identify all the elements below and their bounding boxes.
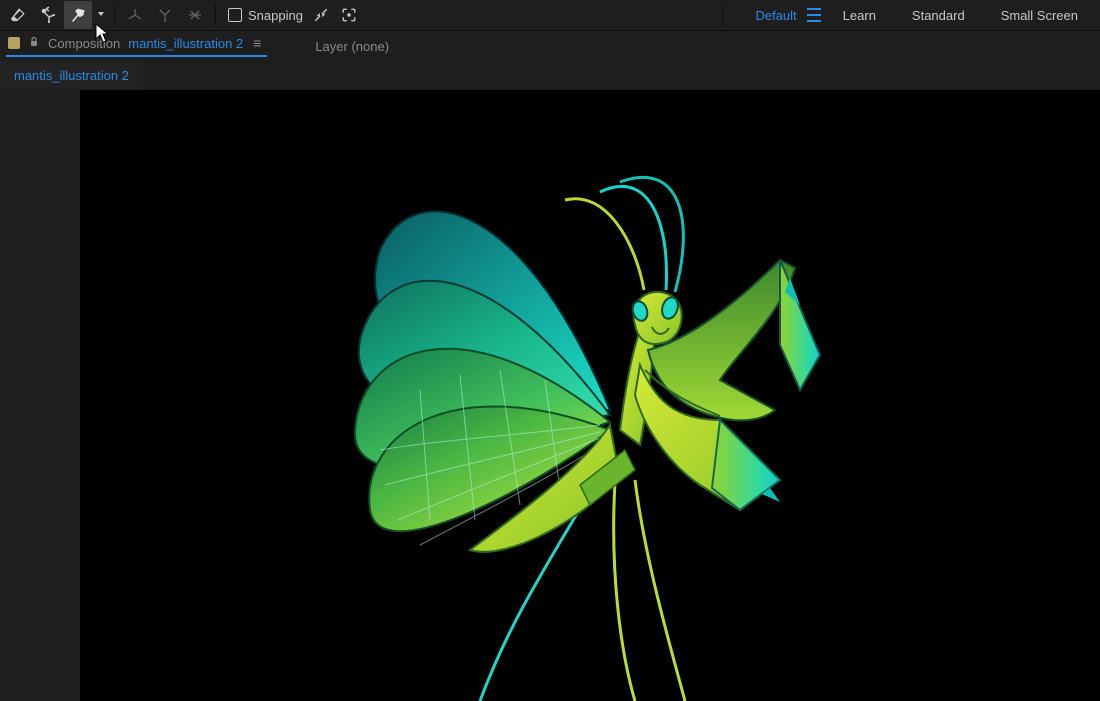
workspace-divider <box>722 4 723 26</box>
axis-view-icon <box>186 6 204 24</box>
toolbar-divider-1 <box>114 5 115 25</box>
subtab-label: mantis_illustration 2 <box>14 68 129 83</box>
view-axis-button[interactable] <box>181 1 209 29</box>
tool-dropdown-button[interactable] <box>94 1 108 29</box>
workspace-learn-label: Learn <box>843 8 876 23</box>
subtab-composition[interactable]: mantis_illustration 2 <box>0 61 143 89</box>
lock-icon[interactable] <box>28 36 40 51</box>
workspace-standard-label: Standard <box>912 8 965 23</box>
chevron-down-small-icon <box>96 6 106 24</box>
puppet-pin-icon <box>39 6 57 24</box>
world-axis-button[interactable] <box>151 1 179 29</box>
layer-tab[interactable]: Layer (none) <box>315 39 389 54</box>
snapping-toggle[interactable]: Snapping <box>228 8 303 23</box>
panel-header: Composition mantis_illustration 2 ≡ Laye… <box>0 31 1100 61</box>
hamburger-line <box>807 14 821 16</box>
hamburger-line <box>807 8 821 10</box>
tool-group-3d <box>121 1 209 29</box>
snap-collapse-button[interactable] <box>307 1 335 29</box>
eraser-tool-button[interactable] <box>4 1 32 29</box>
mantis-illustration <box>80 90 1100 701</box>
puppet-pin-tool-button[interactable] <box>34 1 62 29</box>
composition-viewer[interactable] <box>80 90 1100 701</box>
snapping-label: Snapping <box>248 8 303 23</box>
workspace-small-screen[interactable]: Small Screen <box>983 0 1096 31</box>
workspace-default-label: Default <box>755 8 796 23</box>
composition-swatch <box>8 37 20 49</box>
tool-group-left <box>4 1 108 29</box>
snap-expand-icon <box>341 7 357 23</box>
toolbar-divider-2 <box>215 5 216 25</box>
pin-icon <box>69 6 87 24</box>
snap-collapse-icon <box>313 7 329 23</box>
workspace-learn[interactable]: Learn <box>825 0 894 31</box>
checkbox-icon <box>228 8 242 22</box>
panel-menu-button[interactable]: ≡ <box>253 36 261 50</box>
composition-label: Composition <box>48 36 120 51</box>
pin-tool-button[interactable] <box>64 1 92 29</box>
canvas-area <box>80 90 1100 701</box>
subtab-bar: mantis_illustration 2 <box>0 61 1100 89</box>
local-axis-button[interactable] <box>121 1 149 29</box>
hamburger-line <box>807 20 821 22</box>
axis-world-icon <box>156 6 174 24</box>
main-toolbar: Snapping Default Learn Standard Small Sc… <box>0 0 1100 31</box>
workspace-menu-button[interactable] <box>807 8 821 22</box>
workspace-small-screen-label: Small Screen <box>1001 8 1078 23</box>
workspace-standard[interactable]: Standard <box>894 0 983 31</box>
composition-name[interactable]: mantis_illustration 2 <box>128 36 243 51</box>
workspace-switcher: Default Learn Standard Small Screen <box>722 0 1096 31</box>
workspace-default[interactable]: Default <box>737 0 814 31</box>
layer-label: Layer (none) <box>315 39 389 54</box>
snap-expand-button[interactable] <box>335 1 363 29</box>
eraser-icon <box>9 6 27 24</box>
composition-tab[interactable]: Composition mantis_illustration 2 ≡ <box>6 36 267 57</box>
axis-local-icon <box>126 6 144 24</box>
